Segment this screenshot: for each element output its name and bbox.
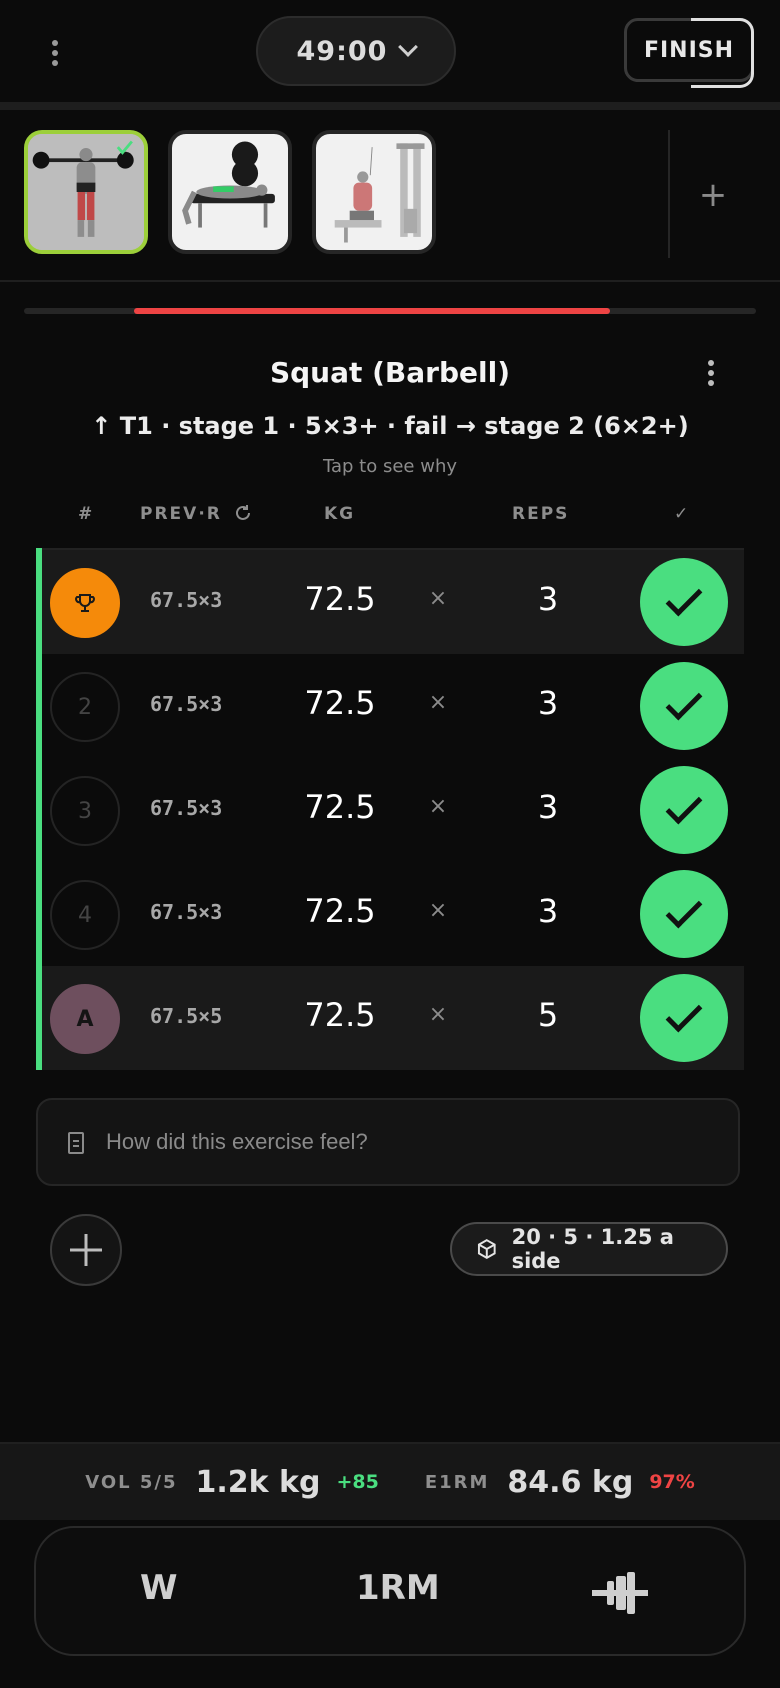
col-header-reps: REPS bbox=[512, 504, 570, 524]
volume-delta: +85 bbox=[336, 1471, 379, 1493]
check-icon bbox=[665, 891, 703, 929]
reps-input[interactable]: 3 bbox=[518, 788, 578, 826]
volume-value: 1.2k kg bbox=[195, 1464, 321, 1500]
previous-value[interactable]: 67.5×3 bbox=[150, 900, 222, 924]
col-header-check: ✓ bbox=[674, 504, 691, 524]
complete-set-button[interactable] bbox=[640, 974, 728, 1062]
add-set-button[interactable] bbox=[50, 1214, 122, 1286]
check-icon bbox=[665, 995, 703, 1033]
exercise-progress-fill bbox=[134, 308, 610, 314]
col-header-prev-label: PREV·R bbox=[140, 504, 222, 524]
set-row: A 67.5×5 72.5 × 5 bbox=[42, 966, 744, 1070]
weight-input[interactable]: 72.5 bbox=[280, 996, 400, 1034]
weight-input[interactable]: 72.5 bbox=[280, 788, 400, 826]
times-sign: × bbox=[428, 690, 448, 715]
set-number[interactable]: A bbox=[50, 984, 120, 1054]
divider bbox=[668, 130, 670, 258]
weight-input[interactable]: 72.5 bbox=[280, 580, 400, 618]
times-sign: × bbox=[428, 898, 448, 923]
finish-button[interactable]: FINISH bbox=[624, 18, 754, 88]
stats-bar: VOL 5/5 1.2k kg +85 E1RM 84.6 kg 97% bbox=[0, 1442, 780, 1520]
exercise-more-icon[interactable] bbox=[700, 356, 722, 390]
dumbbell-icon[interactable] bbox=[592, 1568, 648, 1618]
bench-press-illustration bbox=[182, 141, 275, 228]
exercise-thumbnail-squat[interactable] bbox=[24, 130, 148, 254]
reps-input[interactable]: 5 bbox=[518, 996, 578, 1034]
divider bbox=[0, 280, 780, 282]
times-sign: × bbox=[428, 586, 448, 611]
exercise-thumbnail-cable[interactable] bbox=[312, 130, 436, 254]
plate-breakdown: 20 · 5 · 1.25 a side bbox=[511, 1225, 674, 1273]
previous-value[interactable]: 67.5×3 bbox=[150, 588, 222, 612]
times-sign: × bbox=[428, 1002, 448, 1027]
exercise-thumbnail-bench[interactable] bbox=[168, 130, 292, 254]
more-menu-icon[interactable] bbox=[44, 36, 66, 70]
progression-stage[interactable]: ↑ T1 · stage 1 · 5×3+ · fail → stage 2 (… bbox=[0, 412, 780, 440]
complete-set-button[interactable] bbox=[640, 558, 728, 646]
cable-row-illustration bbox=[334, 143, 425, 243]
set-type-button[interactable] bbox=[50, 568, 120, 638]
set-row: 4 67.5×3 72.5 × 3 bbox=[42, 862, 744, 966]
bottom-toolbar: W 1RM bbox=[34, 1526, 746, 1656]
complete-set-button[interactable] bbox=[640, 662, 728, 750]
previous-value[interactable]: 67.5×3 bbox=[150, 692, 222, 716]
one-rep-max-button[interactable]: 1RM bbox=[356, 1568, 440, 1608]
workout-screen: 49:00 FINISH + Squat (Barbell) ↑ T1 · st… bbox=[0, 0, 780, 1688]
divider bbox=[0, 102, 780, 110]
e1rm-label: E1RM bbox=[424, 1471, 490, 1493]
warmup-button[interactable]: W bbox=[140, 1568, 178, 1608]
notes-input[interactable] bbox=[106, 1120, 706, 1164]
weight-input[interactable]: 72.5 bbox=[280, 684, 400, 722]
exercise-notes bbox=[36, 1098, 740, 1186]
check-icon bbox=[665, 579, 703, 617]
reps-input[interactable]: 3 bbox=[518, 892, 578, 930]
weight-input[interactable]: 72.5 bbox=[280, 892, 400, 930]
set-row: 3 67.5×3 72.5 × 3 bbox=[42, 758, 744, 862]
e1rm-percent: 97% bbox=[649, 1471, 695, 1493]
reps-input[interactable]: 3 bbox=[518, 684, 578, 722]
set-number[interactable]: 2 bbox=[50, 672, 120, 742]
e1rm-value: 84.6 kg bbox=[507, 1464, 634, 1500]
complete-set-button[interactable] bbox=[640, 870, 728, 958]
check-icon bbox=[665, 683, 703, 721]
workout-timer[interactable]: 49:00 bbox=[256, 16, 456, 86]
previous-value[interactable]: 67.5×3 bbox=[150, 796, 222, 820]
note-icon bbox=[68, 1132, 84, 1154]
col-header-kg: KG bbox=[324, 504, 356, 524]
check-icon bbox=[665, 787, 703, 825]
chevron-down-icon bbox=[398, 37, 419, 57]
cube-icon bbox=[477, 1239, 496, 1259]
reps-input[interactable]: 3 bbox=[518, 580, 578, 618]
squat-illustration bbox=[28, 134, 144, 250]
timer-value: 49:00 bbox=[296, 35, 388, 67]
complete-set-button[interactable] bbox=[640, 766, 728, 854]
set-row: 2 67.5×3 72.5 × 3 bbox=[42, 654, 744, 758]
times-sign: × bbox=[428, 794, 448, 819]
set-number[interactable]: 4 bbox=[50, 880, 120, 950]
set-row: 67.5×3 72.5 × 3 bbox=[42, 550, 744, 654]
trophy-icon bbox=[75, 594, 95, 612]
plate-calculator-button[interactable]: 20 · 5 · 1.25 a side bbox=[450, 1222, 728, 1276]
previous-value[interactable]: 67.5×5 bbox=[150, 1004, 222, 1028]
col-header-num: # bbox=[78, 504, 95, 524]
add-exercise-button[interactable]: + bbox=[688, 170, 738, 220]
refresh-icon bbox=[235, 505, 250, 520]
col-header-prev[interactable]: PREV·R bbox=[140, 504, 252, 524]
set-number[interactable]: 3 bbox=[50, 776, 120, 846]
plus-icon: + bbox=[698, 175, 728, 215]
exercise-title[interactable]: Squat (Barbell) bbox=[0, 356, 780, 389]
progression-hint[interactable]: Tap to see why bbox=[0, 456, 780, 477]
volume-label: VOL 5/5 bbox=[85, 1471, 178, 1493]
